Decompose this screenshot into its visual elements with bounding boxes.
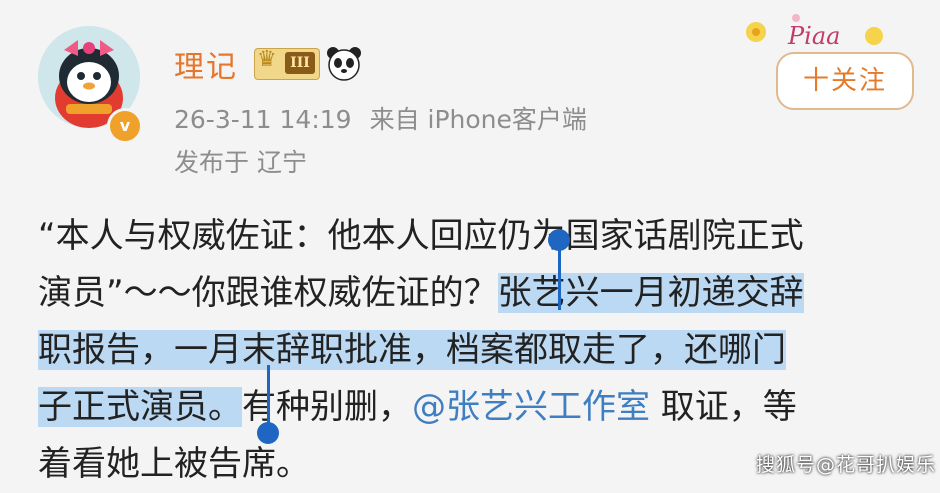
selection-start-cursor — [558, 240, 561, 310]
post-line: 演员”～～你跟谁权威佐证的？张艺兴一月初递交辞 — [38, 265, 918, 322]
post-line: 子正式演员。有种别删，@张艺兴工作室 取证，等 — [38, 379, 918, 436]
decoration-text: Piaa — [787, 22, 840, 50]
post-text: 着看她上被告席。 — [38, 444, 310, 484]
card-decoration-icon: Piaa — [746, 14, 883, 50]
post-source[interactable]: 来自 iPhone客户端 — [370, 105, 587, 134]
watermark: 搜狐号@花哥扒娱乐 — [756, 454, 937, 476]
post-line: “本人与权威佐证：他本人回应仍为国家话剧院正式 — [38, 208, 918, 265]
selected-text: 子正式演员。 — [38, 387, 242, 427]
username[interactable]: 理记 — [174, 42, 238, 86]
selected-text: 职报告，一月末辞职批准，档案都取走了，还哪门 — [38, 330, 786, 370]
post-text: “本人与权威佐证：他本人回应仍为国家话剧院正式 — [38, 216, 804, 256]
member-level-text: III — [285, 52, 315, 74]
panda-icon — [327, 47, 361, 81]
selection-end-handle[interactable] — [257, 422, 279, 444]
crown-icon: ♛ — [257, 47, 277, 72]
post-text: 取证，等 — [650, 387, 797, 427]
post-location: 发布于 辽宁 — [174, 148, 307, 177]
selected-text: 张艺兴一月初递交辞 — [497, 273, 804, 313]
post-line: 职报告，一月末辞职批准，档案都取走了，还哪门 — [38, 322, 918, 379]
post-text: 演员”～～你跟谁权威佐证的？ — [38, 273, 498, 313]
post-timestamp: 26-3-11 14:19 — [174, 105, 352, 134]
verified-badge-icon: v — [107, 108, 143, 144]
member-level-badge[interactable]: ♛ III — [254, 47, 320, 80]
mention-link[interactable]: @张艺兴工作室 — [412, 387, 650, 427]
follow-button[interactable]: 十关注 — [776, 52, 914, 110]
post-meta: 26-3-11 14:19 来自 iPhone客户端 — [174, 100, 587, 136]
